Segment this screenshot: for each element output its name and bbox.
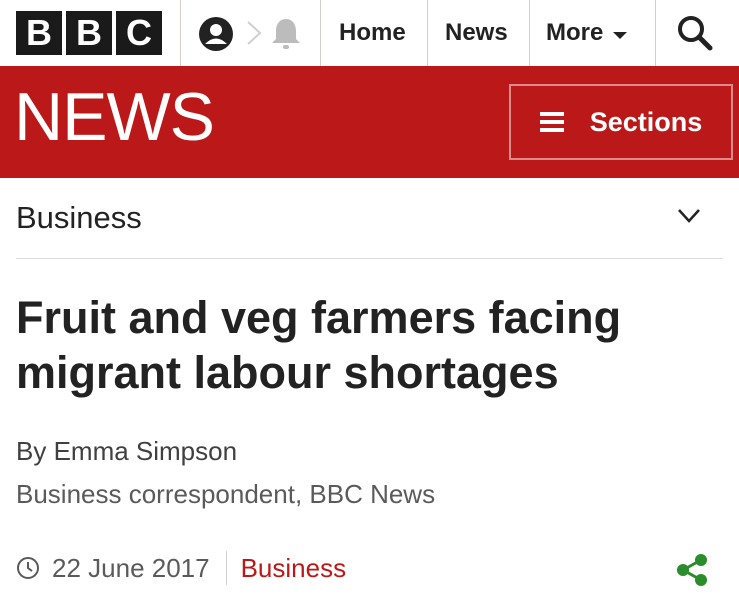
notification-bell-icon[interactable]	[268, 15, 304, 51]
nav-home-label: Home	[339, 19, 406, 46]
section-nav-label: Business	[16, 200, 142, 235]
section-nav-dropdown[interactable]: Business	[16, 178, 723, 259]
nav-news-label: News	[445, 19, 508, 46]
divider	[427, 0, 428, 66]
nav-home-link[interactable]: Home	[339, 0, 406, 66]
logo-letter: B	[66, 11, 112, 55]
clock-icon	[17, 557, 39, 579]
byline-role: Business correspondent, BBC News	[16, 479, 436, 509]
article-headline: Fruit and veg farmers facing migrant lab…	[16, 292, 622, 398]
category-link[interactable]: Business	[241, 553, 347, 584]
share-icon[interactable]	[674, 552, 710, 588]
article-date: 22 June 2017	[52, 552, 210, 583]
account-icon[interactable]	[196, 16, 236, 52]
divider	[180, 0, 181, 66]
nav-more-menu[interactable]: More	[546, 0, 628, 66]
search-icon[interactable]	[676, 14, 714, 52]
logo-letter: B	[16, 11, 62, 55]
logo-letter: C	[116, 11, 162, 55]
chevron-right-icon	[247, 21, 262, 45]
nav-more-label: More	[546, 19, 604, 46]
nav-news-link[interactable]: News	[445, 0, 508, 66]
global-header: B B C Home News More	[0, 0, 739, 67]
chevron-down-icon	[678, 209, 700, 223]
divider	[655, 0, 656, 66]
hamburger-icon	[539, 112, 564, 132]
news-masthead: NEWS Sections	[0, 66, 739, 178]
caret-down-icon	[613, 31, 628, 39]
divider	[225, 551, 227, 585]
article-meta: 22 June 2017 Business	[16, 548, 346, 588]
news-brand[interactable]: NEWS	[14, 83, 215, 151]
sections-label: Sections	[589, 106, 703, 137]
divider	[529, 0, 530, 66]
bbc-logo[interactable]: B B C	[16, 11, 162, 55]
byline-author: By Emma Simpson	[16, 436, 238, 466]
divider	[320, 0, 321, 66]
sections-menu-button[interactable]: Sections	[509, 84, 733, 160]
